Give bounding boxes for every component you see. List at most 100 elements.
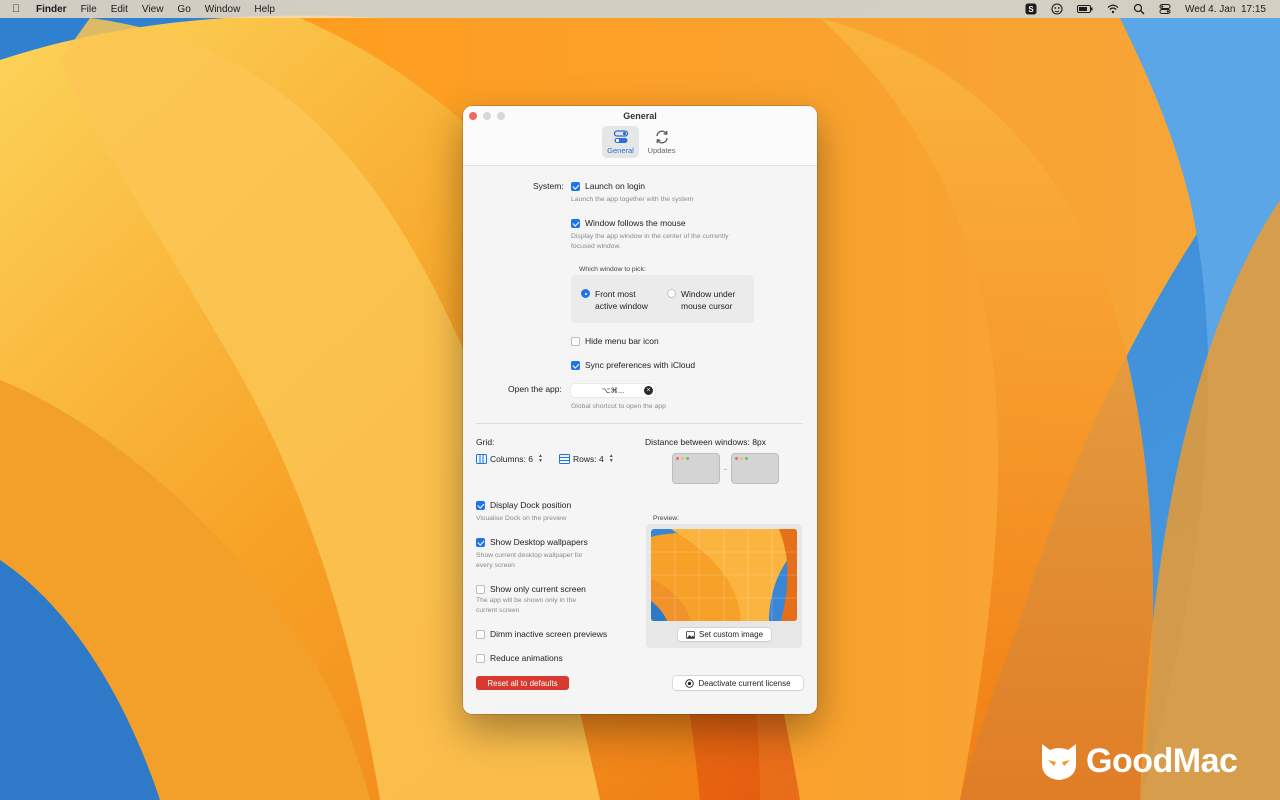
show-only-current-desc-1: The app will be shown only in the xyxy=(476,597,577,604)
power-icon xyxy=(685,678,695,688)
radio-front-most-dot[interactable] xyxy=(581,289,590,298)
mini-window-right xyxy=(731,453,779,484)
reset-defaults-label: Reset all to defaults xyxy=(487,678,558,688)
launch-on-login-check[interactable] xyxy=(571,181,580,191)
which-window-label: Which window to pick: xyxy=(579,266,646,273)
show-only-current-checkbox[interactable]: Show only current screen xyxy=(476,584,586,594)
tab-updates[interactable]: Updates xyxy=(643,126,680,158)
tab-general[interactable]: General xyxy=(602,126,639,158)
preview-panel: Set custom image xyxy=(646,524,802,648)
menu-bar:  Finder File Edit View Go Window Help S… xyxy=(0,0,1280,18)
toggles-icon xyxy=(613,130,628,143)
show-only-current-check[interactable] xyxy=(476,584,485,594)
columns-icon xyxy=(476,454,487,464)
sync-icloud-checkbox[interactable]: Sync preferences with iCloud xyxy=(571,360,695,370)
clear-shortcut-icon[interactable]: × xyxy=(644,386,653,395)
control-center-icon[interactable] xyxy=(1159,3,1171,15)
shortcut-recorder[interactable]: ⌥⌘... × xyxy=(571,384,655,397)
image-icon xyxy=(686,630,695,639)
columns-label: Columns: 6 xyxy=(490,454,533,464)
launch-on-login-checkbox[interactable]: Launch on login xyxy=(571,181,645,191)
hide-menu-bar-icon-label: Hide menu bar icon xyxy=(585,336,659,346)
distance-arrow-icon: ↔ xyxy=(723,465,728,472)
mini-window-left xyxy=(672,453,720,484)
rows-icon xyxy=(559,454,570,464)
open-app-desc: Global shortcut to open the app xyxy=(571,403,666,410)
general-pane: System: Launch on login Launch the app t… xyxy=(463,166,817,690)
dimm-inactive-checkbox[interactable]: Dimm inactive screen previews xyxy=(476,629,607,639)
columns-stepper-arrows[interactable]: ▲ ▼ xyxy=(538,454,543,464)
show-wallpapers-check[interactable] xyxy=(476,537,485,547)
rows-stepper[interactable]: Rows: 4 ▲ ▼ xyxy=(559,454,614,464)
display-dock-desc: Visualise Dock on the preview xyxy=(476,515,567,522)
display-dock-label: Display Dock position xyxy=(490,500,572,510)
menu-app-finder[interactable]: Finder xyxy=(36,4,74,15)
menu-window[interactable]: Window xyxy=(198,4,248,15)
menu-clock[interactable]: Wed 4. Jan 17:15 xyxy=(1185,4,1266,15)
reset-defaults-button[interactable]: Reset all to defaults xyxy=(476,676,569,690)
radio-front-most-line1: Front most xyxy=(595,289,636,299)
goodmac-logo-icon xyxy=(1042,744,1076,780)
show-only-current-desc-2: current screen xyxy=(476,607,520,614)
preview-wallpaper-image xyxy=(651,529,797,621)
radio-front-most-line2: active window xyxy=(595,301,648,311)
window-title: General xyxy=(623,111,657,121)
sync-icloud-check[interactable] xyxy=(571,360,580,370)
menu-edit[interactable]: Edit xyxy=(104,4,135,15)
section-divider xyxy=(476,423,803,424)
display-dock-check[interactable] xyxy=(476,500,485,510)
goodmac-watermark: GoodMac xyxy=(1038,740,1238,782)
apple-icon[interactable]:  xyxy=(12,3,36,15)
menu-file[interactable]: File xyxy=(74,4,104,15)
distance-label: Distance between windows: 8px xyxy=(645,437,766,447)
columns-stepper[interactable]: Columns: 6 ▲ ▼ xyxy=(476,454,543,464)
radio-front-most[interactable]: Front most active window xyxy=(581,288,648,312)
wifi-icon[interactable] xyxy=(1107,3,1119,15)
set-custom-image-button[interactable]: Set custom image xyxy=(678,628,771,641)
tab-general-label: General xyxy=(607,146,634,155)
show-wallpapers-desc-1: Show current desktop wallpaper for xyxy=(476,552,583,559)
launch-on-login-desc: Launch the app together with the system xyxy=(571,196,694,203)
window-follows-desc-2: focused window. xyxy=(571,243,621,250)
goodmac-text: GoodMac xyxy=(1086,741,1238,780)
rows-stepper-arrows[interactable]: ▲ ▼ xyxy=(609,454,614,464)
grid-label: Grid: xyxy=(476,437,495,447)
deactivate-license-button[interactable]: Deactivate current license xyxy=(673,676,803,690)
reduce-animations-checkbox[interactable]: Reduce animations xyxy=(476,653,563,663)
display-dock-checkbox[interactable]: Display Dock position xyxy=(476,500,571,510)
which-window-group: Front most active window Window under mo… xyxy=(571,275,754,323)
radio-under-cursor[interactable]: Window under mouse cursor xyxy=(667,288,735,312)
show-wallpapers-label: Show Desktop wallpapers xyxy=(490,537,588,547)
preview-label: Preview: xyxy=(653,515,680,522)
window-follows-checkbox[interactable]: Window follows the mouse xyxy=(571,218,686,228)
preview-wallpaper xyxy=(651,529,797,621)
reduce-animations-check[interactable] xyxy=(476,653,485,663)
radio-under-cursor-line1: Window under xyxy=(681,289,736,299)
menu-view[interactable]: View xyxy=(135,4,171,15)
rows-label: Rows: 4 xyxy=(573,454,604,464)
show-wallpapers-checkbox[interactable]: Show Desktop wallpapers xyxy=(476,537,588,547)
dimm-inactive-label: Dimm inactive screen previews xyxy=(490,629,608,639)
search-icon[interactable] xyxy=(1133,3,1145,15)
radio-under-cursor-dot[interactable] xyxy=(667,289,676,298)
window-follows-check[interactable] xyxy=(571,218,580,228)
preferences-window: General General Updates System: Launch o… xyxy=(463,106,817,714)
svg-text:S: S xyxy=(1028,5,1034,14)
window-follows-label: Window follows the mouse xyxy=(585,218,686,228)
show-only-current-label: Show only current screen xyxy=(490,584,586,594)
menu-help[interactable]: Help xyxy=(247,4,282,15)
launch-on-login-label: Launch on login xyxy=(585,181,646,191)
battery-icon[interactable] xyxy=(1077,3,1093,15)
s-app-icon[interactable]: S xyxy=(1025,3,1037,15)
hide-menu-bar-icon-check[interactable] xyxy=(571,336,580,346)
cloud-app-icon[interactable] xyxy=(1051,3,1063,15)
system-label: System: xyxy=(533,181,564,191)
reduce-animations-label: Reduce animations xyxy=(490,653,563,663)
hide-menu-bar-icon-checkbox[interactable]: Hide menu bar icon xyxy=(571,336,659,346)
dimm-inactive-check[interactable] xyxy=(476,629,485,639)
shortcut-value: ⌥⌘... xyxy=(601,386,625,395)
menu-go[interactable]: Go xyxy=(170,4,197,15)
radio-under-cursor-line2: mouse cursor xyxy=(681,301,733,311)
distance-preview[interactable]: ↔ xyxy=(672,453,779,484)
deactivate-license-label: Deactivate current license xyxy=(698,678,791,688)
